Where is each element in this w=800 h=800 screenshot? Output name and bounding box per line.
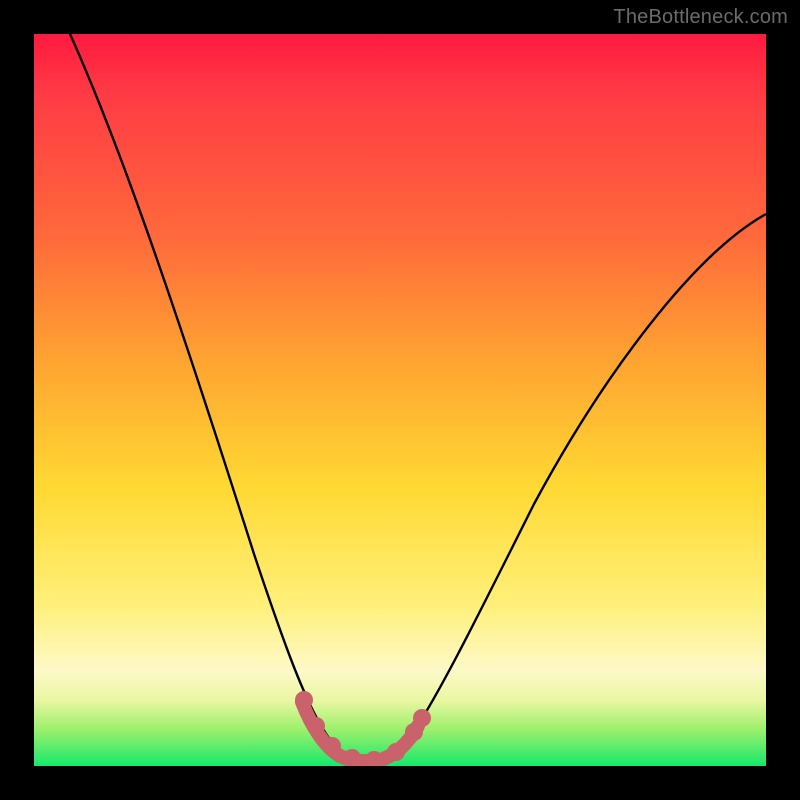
plot-area [34, 34, 766, 766]
chart-frame: TheBottleneck.com [0, 0, 800, 800]
curve-svg [34, 34, 766, 766]
marker-dot [387, 743, 405, 761]
bottleneck-curve [70, 34, 766, 760]
marker-dot [295, 691, 313, 709]
marker-dot [307, 717, 325, 735]
marker-dot [323, 737, 341, 755]
marker-dot [413, 709, 431, 727]
watermark-label: TheBottleneck.com [613, 6, 788, 29]
